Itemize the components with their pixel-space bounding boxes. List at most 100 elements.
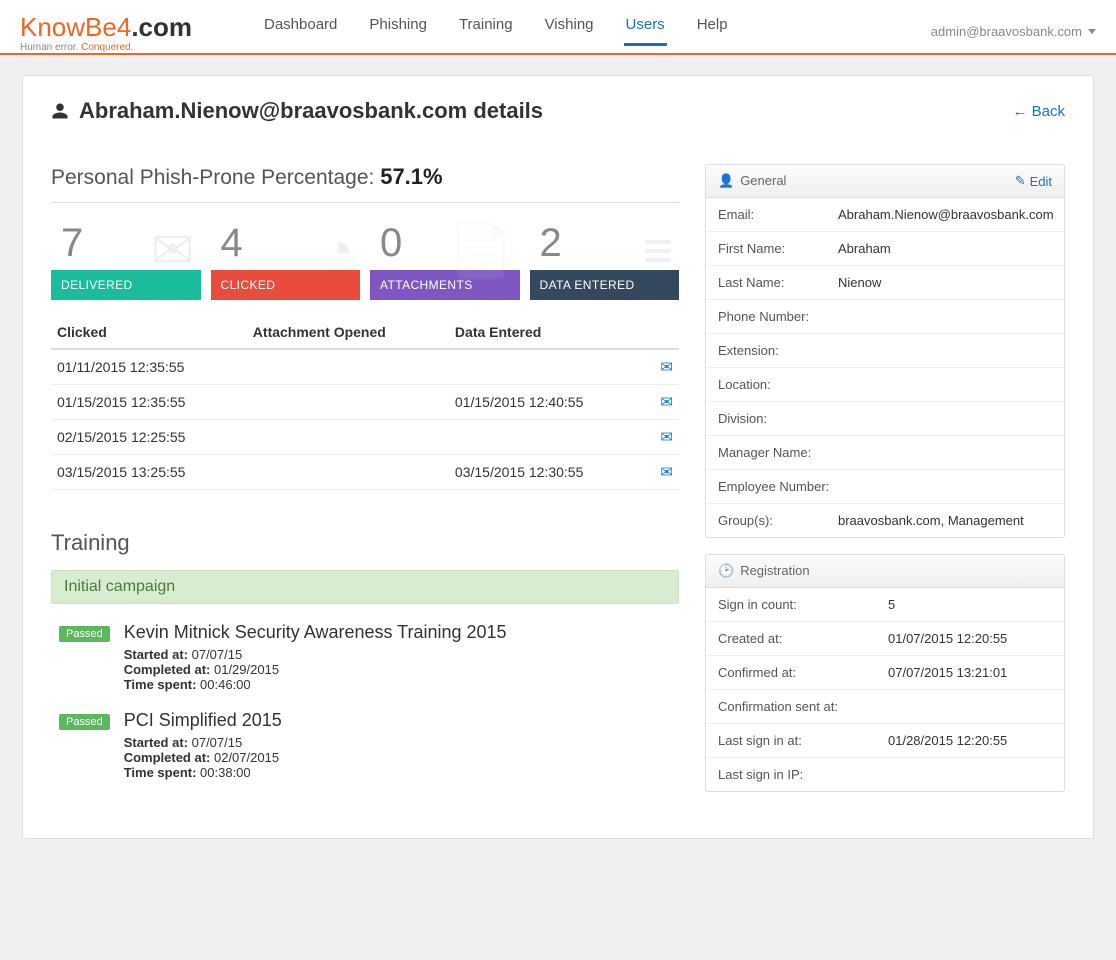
- training-completed: Completed at: 01/29/2015: [124, 662, 507, 677]
- top-bar: KnowBe4.com Human error. Conquered. Dash…: [0, 0, 1116, 55]
- stat-bg-icon: ≡: [643, 221, 673, 281]
- general-panel-title: General: [740, 173, 786, 188]
- col-data-entered: Data Entered: [449, 316, 645, 349]
- training-started: Started at: 07/07/15: [124, 647, 507, 662]
- chevron-down-icon: [1088, 29, 1096, 34]
- cell-opened: [247, 455, 449, 490]
- info-label: Created at:: [718, 631, 888, 646]
- stat-clicked: ◔4CLICKED: [211, 217, 361, 300]
- info-row: Sign in count:5: [706, 588, 1064, 622]
- training-started: Started at: 07/07/15: [124, 735, 282, 750]
- stat-bg-icon: ✉: [151, 221, 195, 281]
- training-title: Kevin Mitnick Security Awareness Trainin…: [124, 622, 507, 643]
- back-label: Back: [1032, 103, 1065, 120]
- general-panel: 👤General ✎ Edit Email:Abraham.Nienow@bra…: [705, 164, 1065, 538]
- info-row: Division:: [706, 402, 1064, 436]
- table-row: 03/15/2015 13:25:55 03/15/2015 12:30:55 ✉: [51, 455, 679, 490]
- nav-vishing[interactable]: Vishing: [543, 10, 596, 45]
- training-title: PCI Simplified 2015: [124, 710, 282, 731]
- info-value: [838, 343, 1052, 358]
- registration-panel: 🕑Registration Sign in count:5Created at:…: [705, 554, 1065, 792]
- mail-icon[interactable]: ✉: [660, 464, 673, 481]
- training-time: Time spent: 00:38:00: [124, 765, 282, 780]
- col-action: [645, 316, 679, 349]
- col-attachment-opened: Attachment Opened: [247, 316, 449, 349]
- info-row: Extension:: [706, 334, 1064, 368]
- info-label: Manager Name:: [718, 445, 838, 460]
- col-clicked: Clicked: [51, 316, 247, 349]
- user-icon: 👤: [718, 173, 734, 188]
- info-row: Last sign in IP:: [706, 758, 1064, 791]
- info-value: [838, 479, 1052, 494]
- logo[interactable]: KnowBe4.com Human error. Conquered.: [20, 14, 192, 53]
- info-value: [838, 309, 1052, 324]
- cell-entered: [449, 420, 645, 455]
- training-item: Passed Kevin Mitnick Security Awareness T…: [59, 622, 675, 692]
- cell-opened: [247, 385, 449, 420]
- back-link[interactable]: ← Back: [1012, 103, 1065, 120]
- training-completed: Completed at: 02/07/2015: [124, 750, 282, 765]
- info-row: Group(s):braavosbank.com, Management: [706, 504, 1064, 537]
- info-row: First Name:Abraham: [706, 232, 1064, 266]
- info-value: [838, 445, 1052, 460]
- training-item: PassedPCI Simplified 2015Started at: 07/…: [59, 710, 675, 780]
- info-row: Confirmed at:07/07/2015 13:21:01: [706, 656, 1064, 690]
- ppp-label: Personal Phish-Prone Percentage:: [51, 166, 380, 189]
- status-badge: Passed: [59, 626, 110, 642]
- registration-panel-title: Registration: [740, 563, 809, 578]
- info-row: Last Name:Nienow: [706, 266, 1064, 300]
- table-row: 01/11/2015 12:35:55✉: [51, 349, 679, 385]
- info-row: Location:: [706, 368, 1064, 402]
- nav-dashboard[interactable]: Dashboard: [262, 10, 339, 45]
- phish-prone-percentage: Personal Phish-Prone Percentage: 57.1%: [51, 164, 679, 190]
- edit-label: Edit: [1030, 174, 1052, 189]
- nav-training[interactable]: Training: [457, 10, 515, 45]
- account-email: admin@braavosbank.com: [931, 24, 1082, 39]
- table-row: 02/15/2015 12:25:55✉: [51, 420, 679, 455]
- mail-icon[interactable]: ✉: [660, 394, 673, 411]
- nav-users[interactable]: Users: [624, 10, 667, 46]
- info-label: Location:: [718, 377, 838, 392]
- info-value: braavosbank.com, Management: [838, 513, 1052, 528]
- table-row: 01/15/2015 12:35:5501/15/2015 12:40:55✉: [51, 385, 679, 420]
- cell-entered: 03/15/2015 12:30:55: [449, 455, 645, 490]
- info-label: Email:: [718, 207, 838, 222]
- info-label: Sign in count:: [718, 597, 888, 612]
- stats-row: ✉7DELIVERED◔4CLICKED📄0ATTACHMENTS≡2DATA …: [51, 217, 679, 300]
- info-value: 07/07/2015 13:21:01: [888, 665, 1052, 680]
- info-row: Confirmation sent at:: [706, 690, 1064, 724]
- divider: [51, 202, 679, 203]
- cell-clicked: 01/15/2015 12:35:55: [51, 385, 247, 420]
- info-value: 01/07/2015 12:20:55: [888, 631, 1052, 646]
- info-row: Created at:01/07/2015 12:20:55: [706, 622, 1064, 656]
- mail-icon[interactable]: ✉: [660, 429, 673, 446]
- cell-clicked: 03/15/2015 13:25:55: [51, 455, 247, 490]
- info-label: Confirmation sent at:: [718, 699, 888, 714]
- stat-bg-icon: 📄: [449, 221, 514, 282]
- logo-main: KnowBe4: [20, 12, 131, 42]
- info-value: 01/28/2015 12:20:55: [888, 733, 1052, 748]
- logo-suffix: .com: [131, 12, 192, 42]
- pencil-icon: ✎: [1015, 173, 1026, 189]
- nav-phishing[interactable]: Phishing: [367, 10, 429, 45]
- page-title-text: Abraham.Nienow@braavosbank.com details: [79, 98, 543, 124]
- stat-data-entered: ≡2DATA ENTERED: [530, 217, 680, 300]
- info-row: Last sign in at:01/28/2015 12:20:55: [706, 724, 1064, 758]
- info-value: 5: [888, 597, 1052, 612]
- ppp-value: 57.1%: [380, 164, 442, 189]
- page-container: Abraham.Nienow@braavosbank.com details ←…: [22, 75, 1094, 839]
- cell-opened: [247, 349, 449, 385]
- logo-sub-a: Human error.: [20, 42, 78, 53]
- edit-button[interactable]: ✎ Edit: [1015, 173, 1052, 189]
- mail-icon[interactable]: ✉: [660, 359, 673, 376]
- info-row: Phone Number:: [706, 300, 1064, 334]
- info-label: Group(s):: [718, 513, 838, 528]
- account-menu[interactable]: admin@braavosbank.com: [931, 24, 1096, 39]
- nav-help[interactable]: Help: [695, 10, 730, 45]
- info-label: Last sign in at:: [718, 733, 888, 748]
- stat-bg-icon: ◔: [323, 221, 354, 281]
- info-label: Confirmed at:: [718, 665, 888, 680]
- training-time: Time spent: 00:46:00: [124, 677, 507, 692]
- info-value: Abraham: [838, 241, 1052, 256]
- info-label: Last Name:: [718, 275, 838, 290]
